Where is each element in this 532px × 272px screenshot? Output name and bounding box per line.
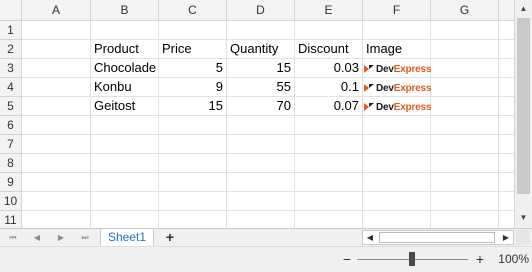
row-header-4[interactable]: 4 [0,78,22,97]
devexpress-logo-text: DevExpress [376,101,432,113]
gridline-horizontal [22,210,514,211]
cell-b5-product[interactable]: Geitost [91,97,158,115]
scrollbar-corner [516,230,530,245]
column-header-e[interactable]: E [295,0,363,21]
row-header-11[interactable]: 11 [0,211,22,228]
row-header-1[interactable]: 1 [0,21,22,40]
row-header-2[interactable]: 2 [0,40,22,59]
status-bar: − + 100% [0,246,532,272]
zoom-level-label[interactable]: 100% [495,252,529,266]
scroll-down-arrow-icon[interactable]: ▼ [516,210,531,226]
row-header-5[interactable]: 5 [0,97,22,116]
cell-e2-discount-header[interactable]: Discount [295,40,362,58]
devexpress-logo-icon [364,103,374,111]
column-header-overflow [499,0,514,21]
row-header-3[interactable]: 3 [0,59,22,78]
gridline-horizontal [22,115,514,116]
cell-f3-image[interactable]: DevExpress [364,60,431,78]
add-sheet-button[interactable]: + [160,229,180,246]
devexpress-logo-icon [364,65,374,73]
vertical-scroll-thumb[interactable] [517,18,530,194]
row-header-7[interactable]: 7 [0,135,22,154]
cell-e5-discount[interactable]: 0.07 [295,97,362,115]
column-header-c[interactable]: C [159,0,227,21]
zoom-in-button[interactable]: + [474,252,486,266]
cell-b4-product[interactable]: Konbu [91,78,158,96]
tab-sheet1[interactable]: Sheet1 [100,229,154,246]
devexpress-logo-text: DevExpress [376,63,432,75]
gridline-horizontal [22,191,514,192]
gridline-vertical [430,21,431,228]
column-header-b[interactable]: B [91,0,159,21]
cell-f4-image[interactable]: DevExpress [364,79,431,97]
column-header-a[interactable]: A [22,0,91,21]
cell-e4-discount[interactable]: 0.1 [295,78,362,96]
column-header-f[interactable]: F [363,0,431,21]
cell-e3-discount[interactable]: 0.03 [295,59,362,77]
cell-c5-price[interactable]: 15 [159,97,226,115]
cell-d2-quantity-header[interactable]: Quantity [227,40,294,58]
cell-d4-quantity[interactable]: 55 [227,78,294,96]
cell-d3-quantity[interactable]: 15 [227,59,294,77]
row-header-9[interactable]: 9 [0,173,22,192]
cell-c3-price[interactable]: 5 [159,59,226,77]
row-header-8[interactable]: 8 [0,154,22,173]
gridline-horizontal [22,172,514,173]
select-all-corner[interactable] [0,0,22,21]
cell-b2-product-header[interactable]: Product [91,40,158,58]
cell-b3-product[interactable]: Chocolade [91,59,158,77]
cell-c4-price[interactable]: 9 [159,78,226,96]
vertical-scrollbar[interactable]: ▲ ▼ [514,0,532,228]
scroll-right-arrow-icon[interactable]: ▶ [499,231,513,244]
gridline-horizontal [22,153,514,154]
cell-f5-image[interactable]: DevExpress [364,98,431,116]
gridline-horizontal [22,134,514,135]
scroll-left-arrow-icon[interactable]: ◀ [363,231,377,244]
next-sheet-icon[interactable]: ▶ [54,231,68,245]
cell-f2-image-header[interactable]: Image [363,40,430,58]
row-header-6[interactable]: 6 [0,116,22,135]
cell-d5-quantity[interactable]: 70 [227,97,294,115]
column-header-d[interactable]: D [227,0,295,21]
zoom-out-button[interactable]: − [341,252,353,266]
devexpress-logo-text: DevExpress [376,82,432,94]
horizontal-scroll-thumb[interactable] [379,232,495,243]
column-header-g[interactable]: G [431,0,499,21]
spreadsheet-grid[interactable]: A B C D E F G 1 2 3 4 5 6 7 8 9 10 11 Pr… [0,0,514,228]
sheet-tab-bar: ⏮ ◀ ▶ ⏭ Sheet1 + ◀ ▶ [0,228,532,246]
row-header-10[interactable]: 10 [0,192,22,211]
cell-c2-price-header[interactable]: Price [159,40,226,58]
last-sheet-icon[interactable]: ⏭ [78,231,92,245]
scroll-up-arrow-icon[interactable]: ▲ [516,1,531,17]
gridline-vertical [498,21,499,228]
devexpress-logo-icon [364,84,374,92]
first-sheet-icon[interactable]: ⏮ [6,231,20,245]
horizontal-scrollbar[interactable]: ◀ ▶ [362,230,514,245]
previous-sheet-icon[interactable]: ◀ [30,231,44,245]
zoom-slider-thumb[interactable] [409,252,415,266]
